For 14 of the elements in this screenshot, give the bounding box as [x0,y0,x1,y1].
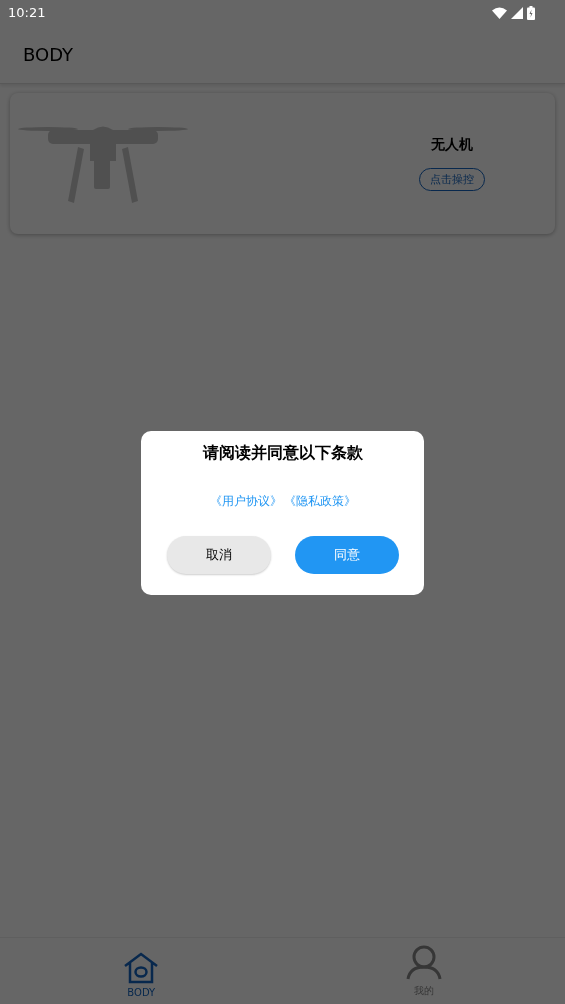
status-time: 10:21 [8,5,46,20]
nav-label[interactable]: BODY [127,987,156,998]
dialog-title: 请阅读并同意以下条款 [202,443,363,464]
wifi-icon [492,6,507,19]
device-name: 无人机 [430,136,473,154]
terms-link[interactable]: 《隐私政策》 [283,493,356,510]
signal-icon [511,6,523,19]
battery-icon [527,5,535,20]
person-icon[interactable] [405,945,442,981]
home-icon[interactable] [123,952,160,984]
agree-button[interactable]: 同意 [294,536,399,574]
cancel-button[interactable]: 取消 [166,536,271,574]
terms-link[interactable]: 《用户协议》 [209,493,282,510]
app-title: BODY [23,43,74,65]
